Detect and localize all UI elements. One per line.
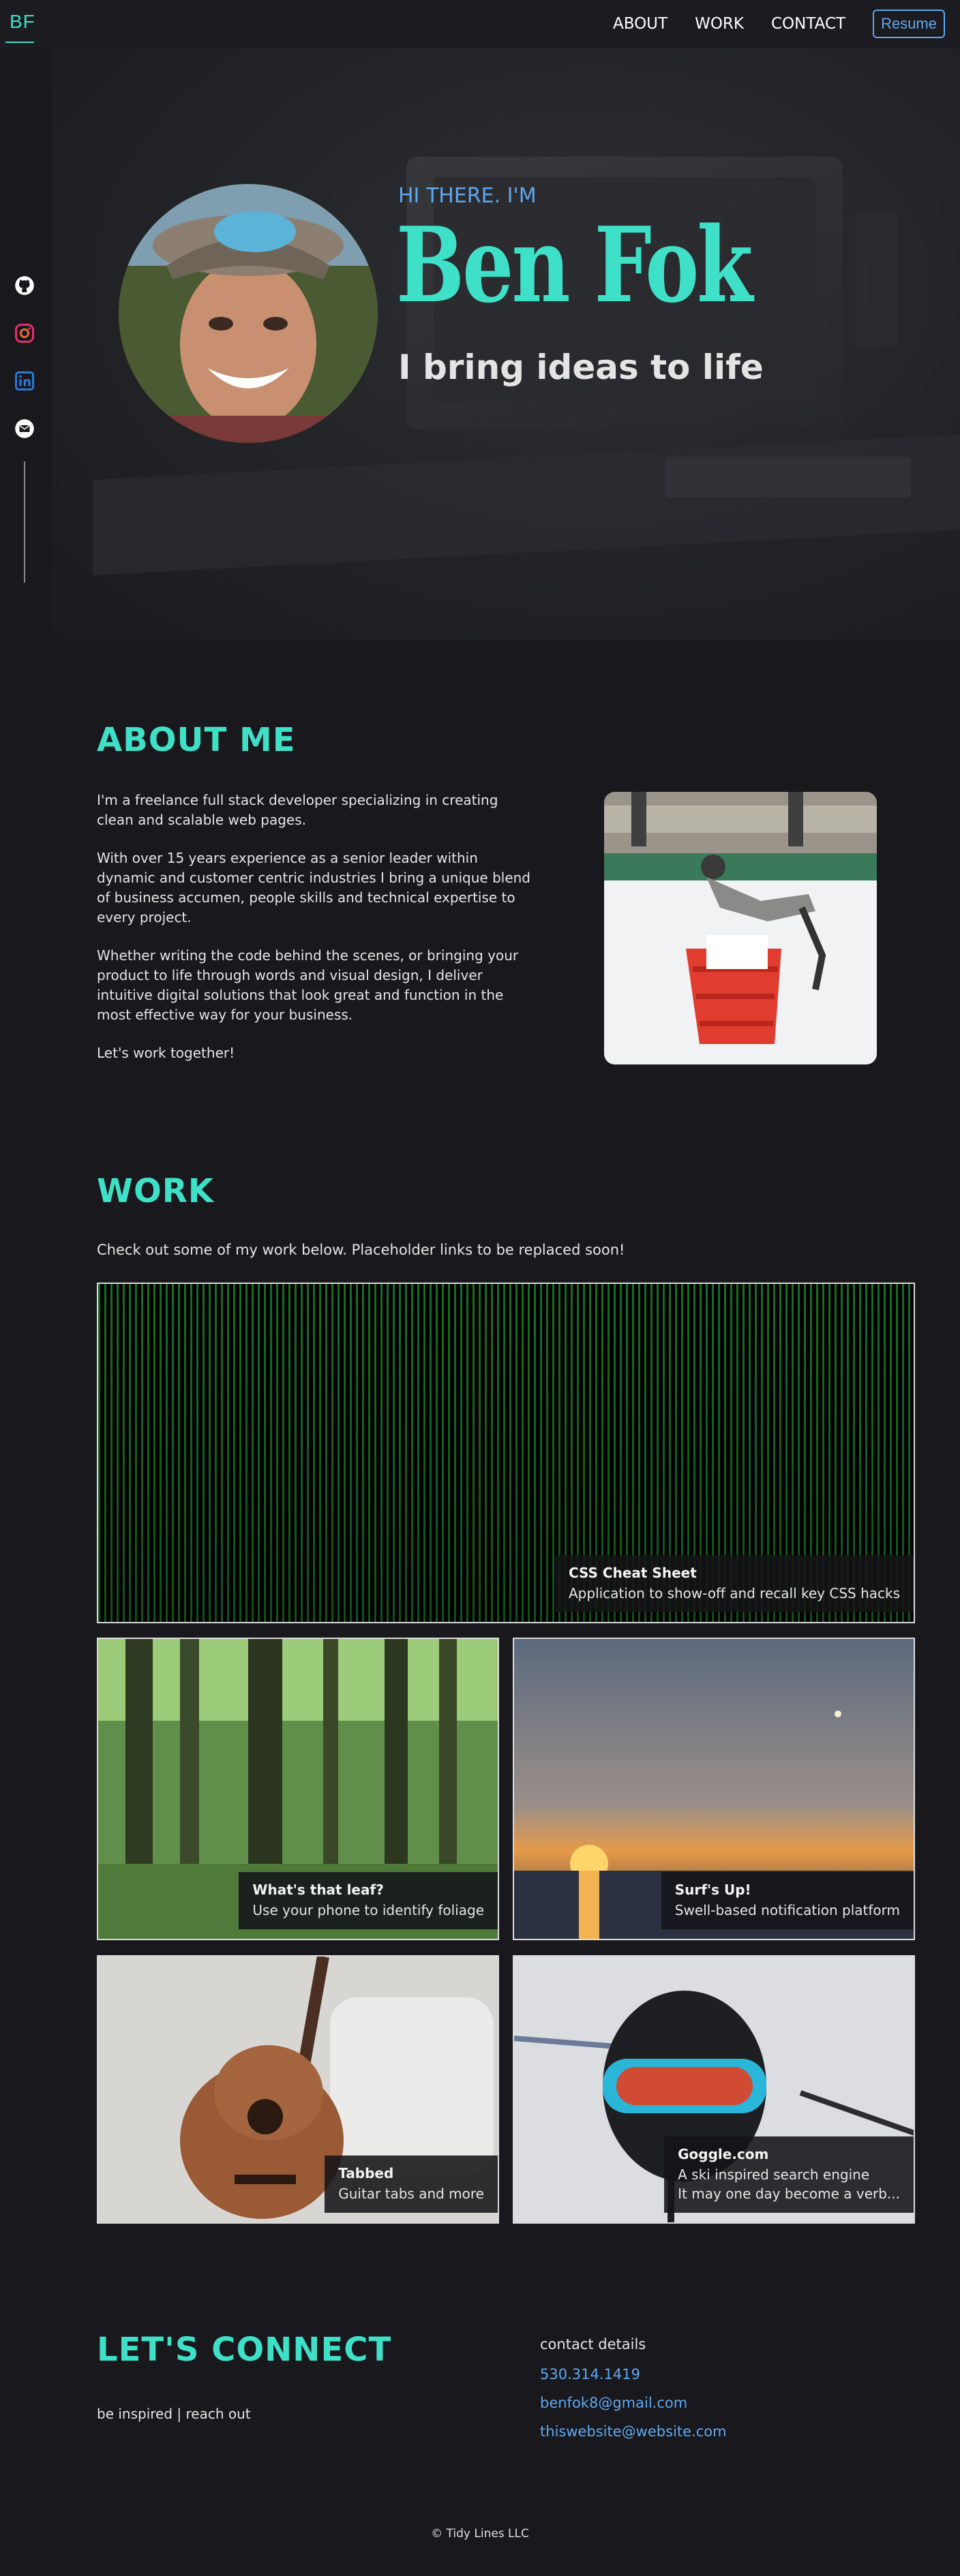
project-title: What's that leaf?	[252, 1882, 384, 1898]
project-title: Tabbed	[338, 2165, 394, 2181]
phone-link[interactable]: 530.314.1419	[540, 2366, 640, 2382]
about-paragraph: Whether writing the code behind the scen…	[97, 947, 519, 1023]
project-description: Swell-based notification platform	[674, 1902, 900, 1918]
linkedin-icon[interactable]	[14, 370, 35, 392]
project-title: Goggle.com	[678, 2146, 769, 2162]
hero-tagline: I bring ideas to life	[398, 348, 764, 387]
contact-heading: contact details	[540, 2336, 646, 2352]
project-card-css-cheat-sheet[interactable]: CSS Cheat Sheet Application to show-off …	[97, 1283, 915, 1623]
project-title: CSS Cheat Sheet	[569, 1565, 697, 1581]
work-title: WORK	[97, 1172, 214, 1210]
nav-work-link[interactable]: WORK	[695, 15, 744, 33]
top-nav: BF ABOUT WORK CONTACT Resume	[0, 0, 960, 48]
social-sidebar	[0, 48, 52, 641]
project-caption: What's that leaf? Use your phone to iden…	[239, 1872, 498, 1929]
about-photo-skating	[604, 792, 877, 1064]
project-caption: Surf's Up! Swell-based notification plat…	[661, 1872, 914, 1929]
site-logo[interactable]: BF	[10, 11, 35, 33]
about-paragraph: Let's work together!	[97, 1045, 235, 1061]
nav-about-link[interactable]: ABOUT	[613, 15, 668, 33]
website-link[interactable]: thiswebsite@website.com	[540, 2423, 727, 2440]
project-description: A ski inspired search engine It may one …	[678, 2166, 900, 2202]
hero-name: Ben Fok	[396, 204, 753, 326]
project-caption: Tabbed Guitar tabs and more	[325, 2156, 498, 2213]
email-icon[interactable]	[14, 418, 35, 440]
github-icon[interactable]	[14, 275, 35, 296]
project-description: Use your phone to identify foliage	[252, 1902, 484, 1918]
project-description: Guitar tabs and more	[338, 2186, 484, 2202]
hero-background-bottle	[856, 211, 897, 348]
profile-portrait	[119, 184, 378, 443]
resume-button[interactable]: Resume	[873, 10, 945, 38]
connect-title: LET'S CONNECT	[97, 2331, 392, 2369]
hero-background-desk	[93, 433, 960, 576]
about-text: I'm a freelance full stack developer spe…	[97, 791, 533, 1082]
logo-underline	[5, 42, 34, 43]
project-title: Surf's Up!	[674, 1882, 751, 1898]
footer-copyright: © Tidy Lines LLC	[431, 2527, 529, 2541]
nav-contact-link[interactable]: CONTACT	[771, 15, 845, 33]
connect-subtitle: be inspired | reach out	[97, 2406, 251, 2422]
hero-background-keyboard	[665, 457, 911, 497]
nav-links: ABOUT WORK CONTACT Resume	[613, 10, 945, 38]
work-intro: Check out some of my work below. Placeho…	[97, 1242, 625, 1258]
about-paragraph: With over 15 years experience as a senio…	[97, 850, 530, 925]
instagram-icon[interactable]	[14, 322, 35, 344]
hero-section: HI THERE. I'M Ben Fok I bring ideas to l…	[52, 48, 960, 641]
project-card-leaf[interactable]: What's that leaf? Use your phone to iden…	[97, 1638, 499, 1940]
project-description: Application to show-off and recall key C…	[569, 1585, 900, 1601]
project-caption: Goggle.com A ski inspired search engine …	[664, 2136, 914, 2213]
about-title: ABOUT ME	[97, 721, 296, 759]
email-link[interactable]: benfok8@gmail.com	[540, 2395, 687, 2411]
project-card-goggle[interactable]: Goggle.com A ski inspired search engine …	[513, 1955, 915, 2224]
project-caption: CSS Cheat Sheet Application to show-off …	[555, 1555, 914, 1612]
project-card-surfs-up[interactable]: Surf's Up! Swell-based notification plat…	[513, 1638, 915, 1940]
project-card-tabbed[interactable]: Tabbed Guitar tabs and more	[97, 1955, 499, 2224]
about-paragraph: I'm a freelance full stack developer spe…	[97, 792, 498, 828]
sidebar-divider-line	[24, 461, 25, 583]
